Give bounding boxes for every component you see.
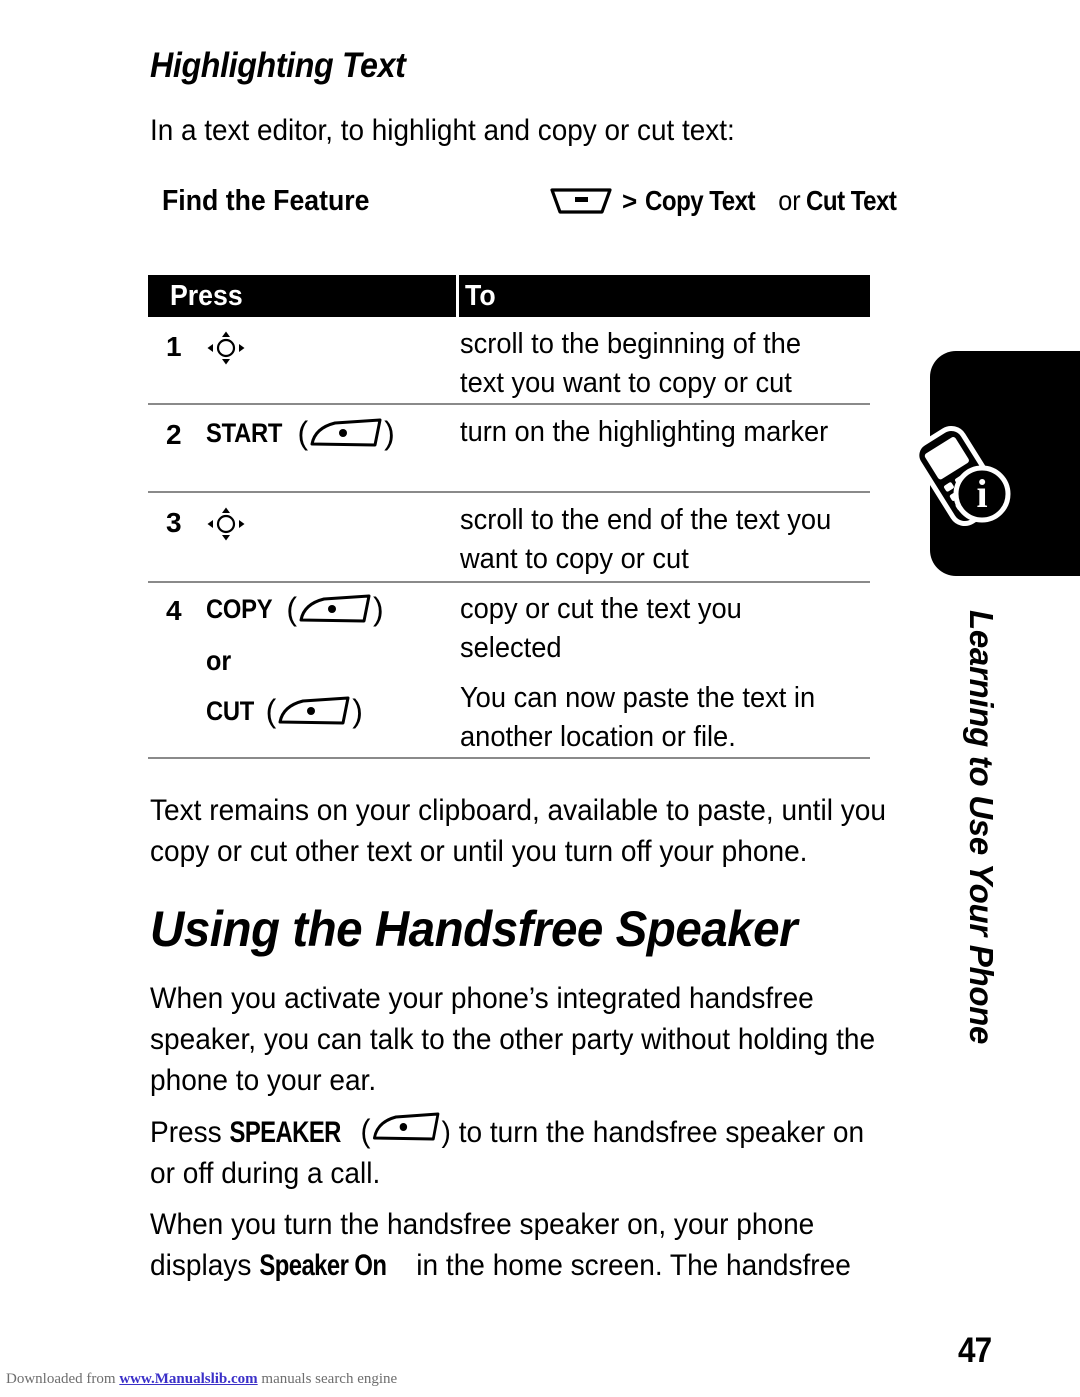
paren-open: (	[286, 591, 297, 627]
find-the-feature-label: Find the Feature	[162, 185, 370, 217]
press-or-separator: or	[206, 645, 232, 676]
manualslib-link[interactable]: www.Manualslib.com	[119, 1371, 257, 1387]
table-row: 3 scroll to the end of the text you want…	[148, 493, 870, 583]
soft-key-icon-group: ( )	[266, 695, 363, 727]
to-cell: scroll to the beginning of the text you …	[460, 328, 801, 399]
download-note-prefix: Downloaded from	[6, 1371, 120, 1387]
to-cell-alt: You can now paste the text in another lo…	[460, 682, 816, 753]
column-header-to: To	[465, 280, 496, 312]
soft-key-label: CUT	[206, 695, 255, 726]
phone-info-icon: i	[912, 424, 1022, 529]
soft-key-icon-group: ( )	[298, 417, 395, 449]
soft-key-icon	[309, 418, 383, 448]
paren-open: (	[297, 415, 309, 451]
step-number: 1	[166, 331, 182, 362]
soft-key-label: START	[206, 417, 283, 448]
menu-item-cut-text: Cut Text	[805, 185, 897, 216]
table-row: 2 START ( ) turn on the highlighting mar…	[148, 405, 870, 493]
table-header-row: Press To	[148, 275, 870, 317]
handsfree-paragraph-3: When you turn the handsfree speaker on, …	[150, 1204, 889, 1286]
step-number: 2	[166, 419, 182, 450]
svg-text:i: i	[976, 471, 987, 516]
side-tab-label-holder: Learning to Use Your Phone	[963, 610, 1050, 1080]
soft-key-icon	[298, 594, 372, 624]
table-row: 4 COPY ( ) or CUT () copy or cut the te…	[148, 583, 870, 759]
soft-key-icon	[371, 1112, 440, 1142]
step-number: 4	[166, 595, 182, 626]
navigation-key-icon	[206, 506, 246, 542]
side-tab-label: Learning to Use Your Phone	[963, 610, 1000, 1045]
navigation-key-icon	[206, 330, 246, 366]
paren-close: )	[352, 693, 363, 729]
para2-prefix: Press	[150, 1116, 230, 1149]
download-note-suffix: manuals search engine	[257, 1371, 398, 1387]
clipboard-note: Text remains on your clipboard, availabl…	[150, 794, 886, 868]
path-conjunction: or	[778, 185, 801, 216]
page-number: 47	[958, 1331, 992, 1370]
to-cell: copy or cut the text you selected	[460, 593, 742, 664]
paren-close: )	[384, 415, 395, 451]
chapter-heading: Using the Handsfree Speaker	[150, 901, 798, 957]
section-heading: Highlighting Text	[150, 46, 406, 85]
download-note: Downloaded from www.Manualslib.com manua…	[6, 1371, 397, 1388]
manual-page: Highlighting Text In a text editor, to h…	[0, 0, 1080, 1397]
handsfree-paragraph-2: Press SPEAKER() to turn the handsfree sp…	[150, 1112, 889, 1194]
to-cell: turn on the highlighting marker	[460, 416, 829, 448]
speaker-on-status: Speaker On	[259, 1249, 387, 1282]
soft-key-icon-group: ( )	[286, 593, 383, 625]
press-cell: START ( )	[206, 417, 395, 449]
press-cell-alt: CUT ( )	[206, 695, 363, 727]
to-cell: scroll to the end of the text you want t…	[460, 504, 832, 575]
paren-open: (	[360, 1113, 371, 1149]
soft-key-label: COPY	[206, 593, 273, 624]
paren-open: (	[265, 693, 277, 729]
para3-suffix: in the home screen. The handsfree	[408, 1249, 851, 1282]
soft-key-icon	[277, 696, 351, 726]
press-cell: COPY ( )	[206, 593, 384, 625]
press-cell	[206, 506, 246, 542]
press-cell	[206, 330, 246, 366]
column-header-press: Press	[170, 280, 243, 312]
press-to-table: Press To 1 scroll to the beginning of th	[148, 275, 870, 759]
menu-key-icon	[550, 187, 612, 215]
speaker-key-label: SPEAKER	[229, 1116, 342, 1149]
path-separator: >	[622, 185, 638, 216]
step-number: 3	[166, 507, 182, 538]
paren-close: )	[372, 591, 384, 627]
find-the-feature-path: > Copy Text or Cut Text	[550, 185, 911, 217]
header-divider	[456, 275, 459, 317]
table-row: 1 scroll to the beginning of the text yo…	[148, 317, 870, 405]
handsfree-paragraph-1: When you activate your phone’s integrate…	[150, 982, 876, 1097]
menu-item-copy-text: Copy Text	[645, 185, 756, 216]
find-the-feature-row: Find the Feature > Copy Text or Cut Text	[150, 185, 897, 225]
section-intro: In a text editor, to highlight and copy …	[150, 114, 735, 147]
